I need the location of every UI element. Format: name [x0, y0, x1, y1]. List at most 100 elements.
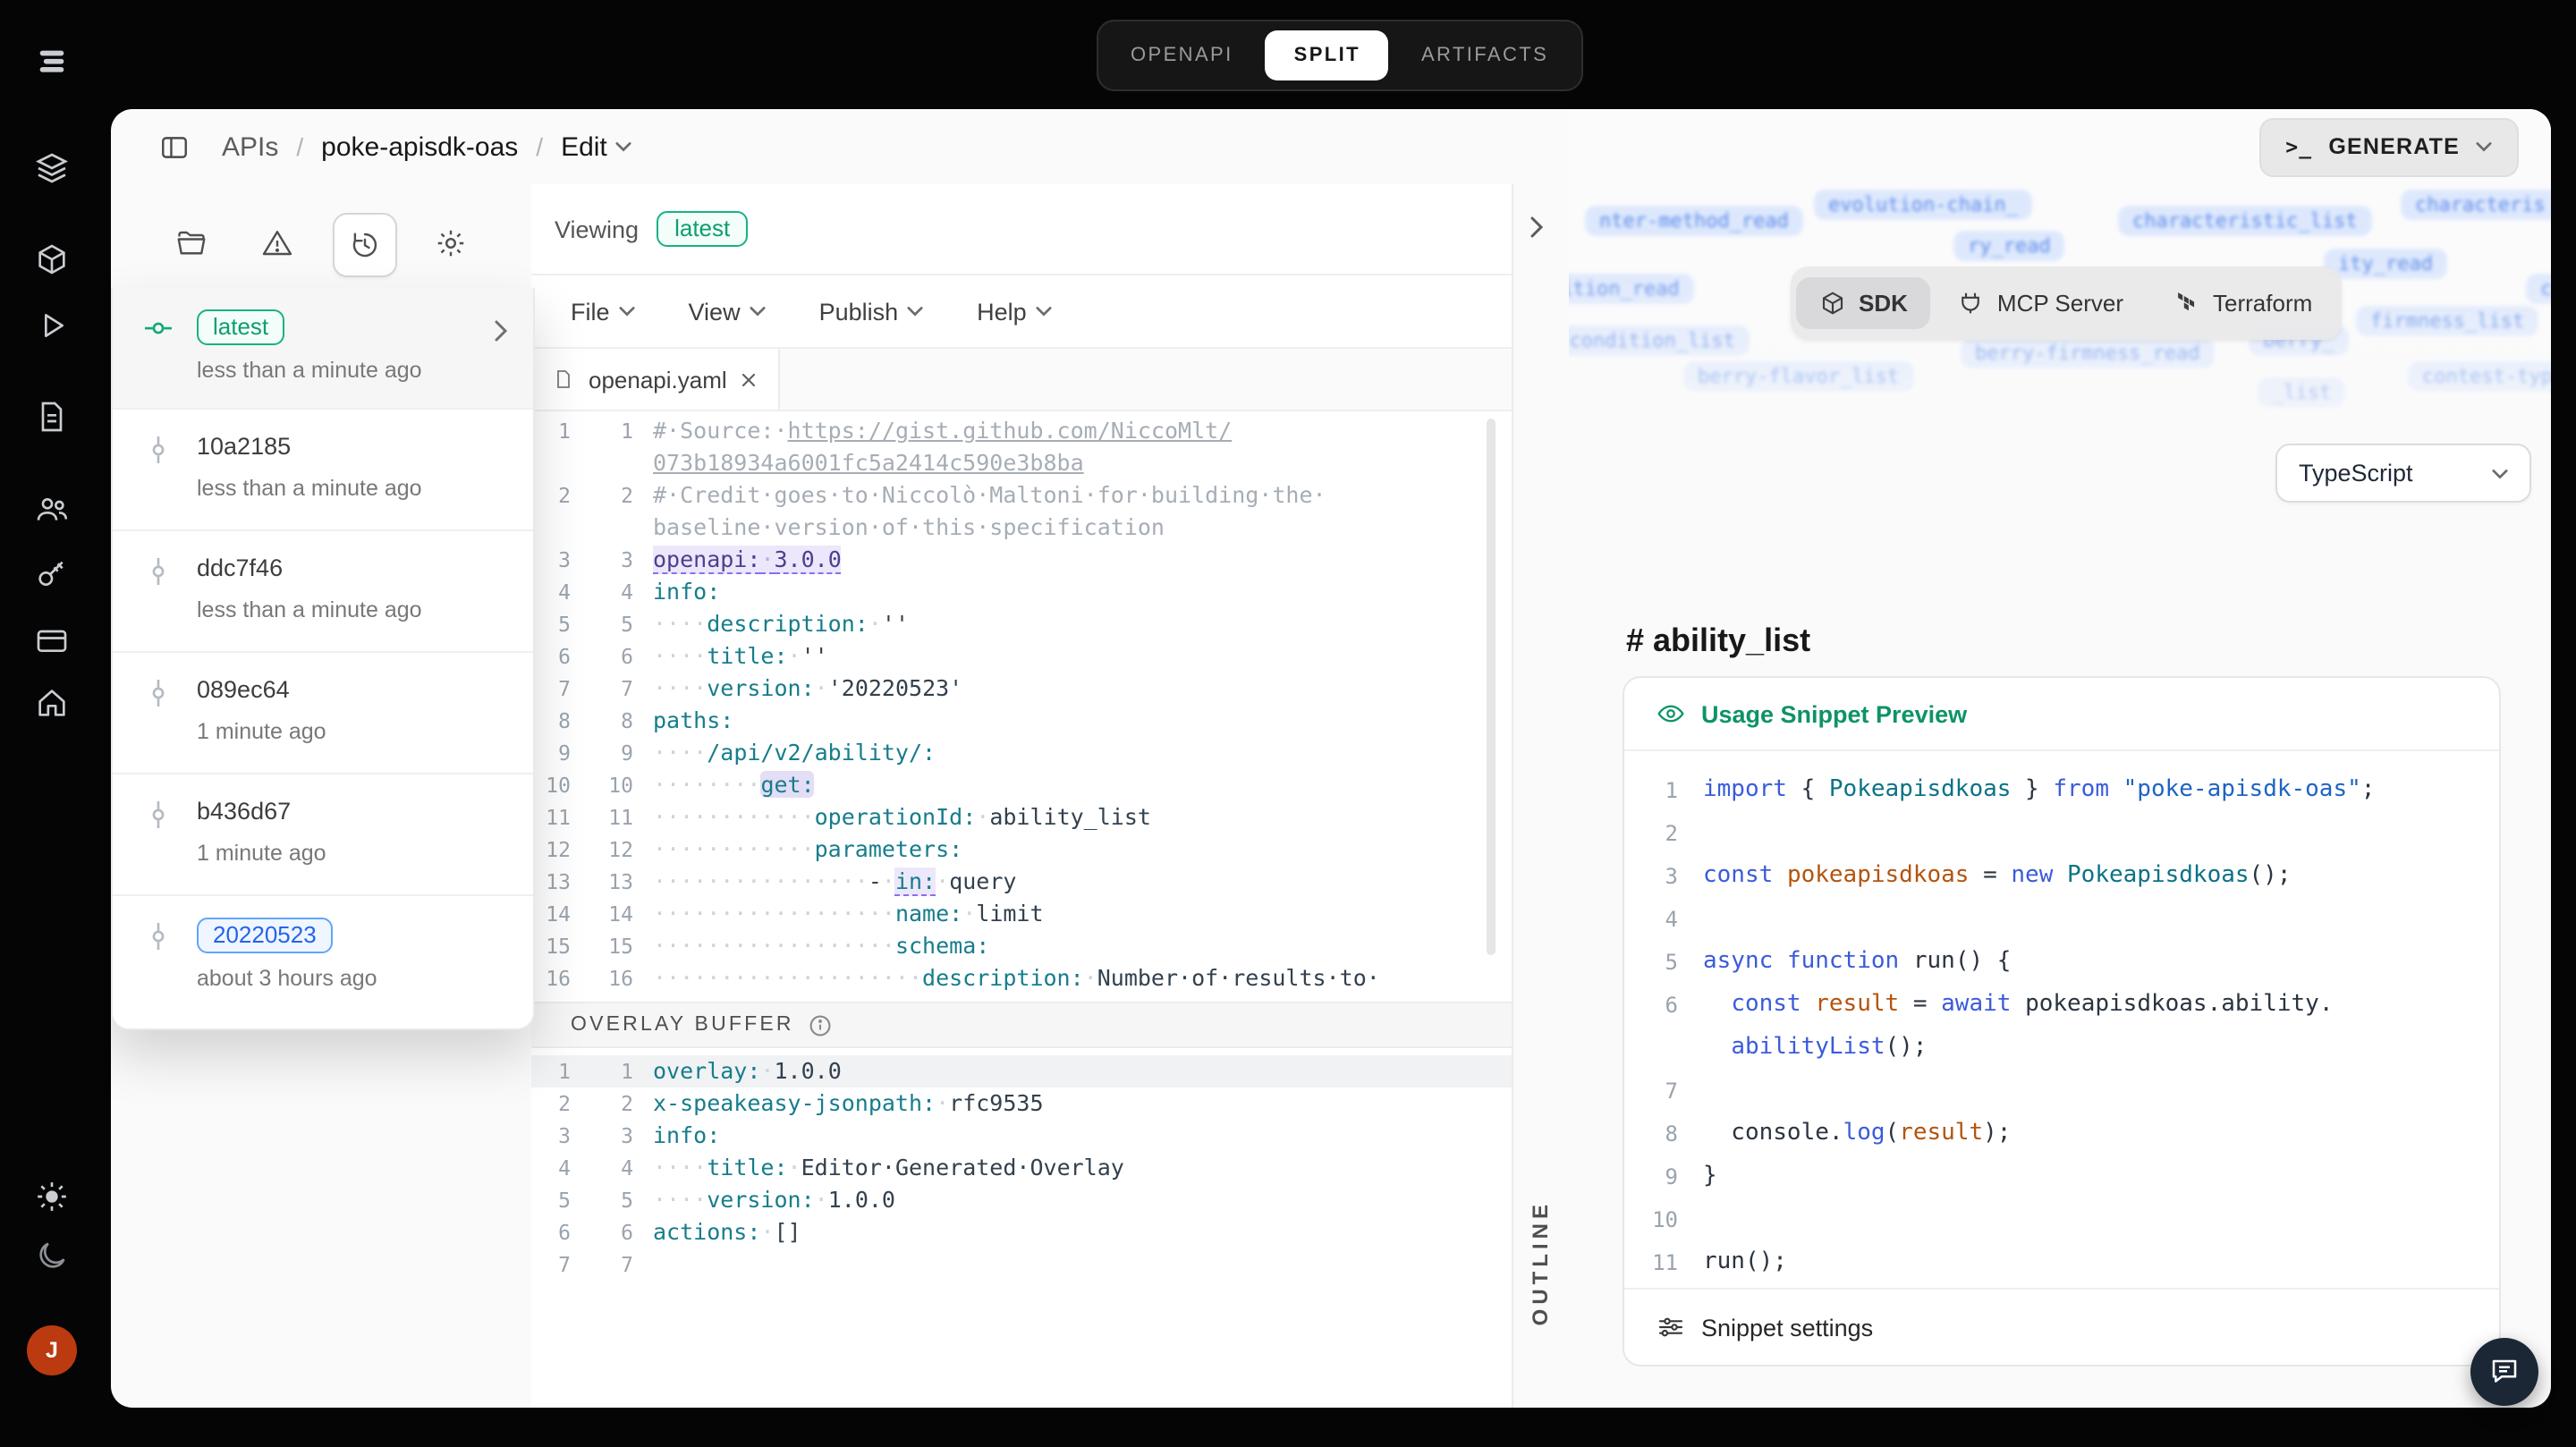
home-icon[interactable]	[21, 673, 82, 733]
info-icon[interactable]	[809, 1013, 832, 1037]
breadcrumb-project[interactable]: poke-apisdk-oas	[321, 131, 518, 162]
code-line: 8 8 paths:	[531, 705, 1512, 737]
breadcrumb-edit[interactable]: Edit	[561, 131, 632, 162]
git-commit-icon	[152, 680, 165, 707]
editor-scrollbar[interactable]	[1487, 419, 1496, 955]
history-item-body: 10a2185 less than a minute ago	[197, 431, 508, 501]
sidebar-toggle-icon[interactable]	[150, 123, 197, 170]
sdks-cube-icon[interactable]	[21, 229, 82, 290]
code-text: x-speakeasy-jsonpath:·rfc9535	[653, 1089, 1044, 1116]
right-panel: nter-method_read evolution-chain_ ry_read c…	[1569, 109, 2551, 1408]
code-line: 5 5 ····version:·1.0.0	[531, 1184, 1512, 1216]
target-tab-sdk[interactable]: SDK	[1796, 277, 1931, 329]
history-item[interactable]: 20220523 about 3 hours ago	[113, 896, 533, 1028]
line-number: 16	[546, 966, 571, 991]
dark-mode-moon-icon[interactable]	[21, 1225, 82, 1286]
chat-button[interactable]	[2470, 1338, 2538, 1406]
code-line: 13 13 ················-·in:·query	[531, 866, 1512, 898]
view-tab-artifacts[interactable]: ARTIFACTS	[1393, 30, 1577, 80]
target-tab-mcp-server[interactable]: MCP Server	[1935, 277, 2147, 329]
breadcrumb-separator: /	[296, 132, 304, 161]
history-item[interactable]: 089ec64 1 minute ago	[113, 653, 533, 774]
menu-view[interactable]: View	[689, 298, 766, 325]
menu-bar: File View Publish Help	[531, 275, 1512, 349]
history-version-label: 20220523	[197, 918, 333, 953]
tab-openapi-yaml[interactable]: openapi.yaml	[531, 349, 781, 410]
line-number: 14	[546, 901, 571, 927]
line-number: 9	[558, 740, 571, 766]
billing-card-icon[interactable]	[21, 610, 82, 671]
code-text: ········get:	[653, 771, 815, 798]
history-item-body: b436d67 1 minute ago	[197, 796, 508, 866]
menu-publish[interactable]: Publish	[819, 298, 924, 325]
api-keys-icon[interactable]	[21, 544, 82, 605]
history-clock-icon[interactable]	[333, 213, 397, 277]
code-line: 3 const pokeapisdkoas = new Pokeapisdkoas…	[1624, 855, 2499, 898]
apis-layers-icon[interactable]	[21, 138, 82, 199]
line-number: 3	[621, 547, 633, 572]
code-line: 14 14 ··················name:·limit	[531, 898, 1512, 930]
close-icon[interactable]	[741, 371, 758, 387]
openapi-code-editor[interactable]: 1 1 #·Source:·https://gist.github.com/Nicc…	[531, 411, 1512, 1002]
target-tab-terraform[interactable]: Terraform	[2150, 277, 2335, 329]
snippet-code[interactable]: 1 import { Pokeapisdkoas } from "poke-api…	[1624, 751, 2499, 1288]
viewing-label: Viewing	[555, 216, 640, 242]
api-tag-pill: firmness_list	[2356, 306, 2539, 336]
menu-file[interactable]: File	[571, 298, 635, 325]
docs-file-icon[interactable]	[21, 386, 82, 447]
files-folder-icon[interactable]	[161, 213, 222, 274]
history-timestamp: 1 minute ago	[197, 719, 326, 744]
history-item[interactable]: ddc7f46 less than a minute ago	[113, 531, 533, 653]
validation-warning-icon[interactable]	[247, 213, 308, 274]
code-text: baseline·version·of·this·specification	[653, 513, 1165, 540]
code-line: 1 import { Pokeapisdkoas } from "poke-api…	[1624, 769, 2499, 812]
code-text: abilityList();	[1731, 1034, 1928, 1061]
line-number: 5	[621, 1188, 633, 1213]
api-tag-pill: berry-firmness_read	[1961, 338, 2215, 368]
line-number: 12	[546, 837, 571, 862]
code-text: import { Pokeapisdkoas } from "poke-apis…	[1703, 776, 2376, 803]
expand-chevron-right-icon[interactable]	[1530, 216, 1544, 238]
code-line: 3 3 openapi:·3.0.0	[531, 544, 1512, 576]
user-avatar[interactable]: J	[27, 1325, 77, 1375]
code-text: info:	[653, 578, 721, 605]
panel-header: APIs / poke-apisdk-oas / Edit >_ GENERAT…	[111, 109, 2551, 184]
code-line: 6 6 actions:·[]	[531, 1216, 1512, 1248]
view-tab-openapi[interactable]: OPENAPI	[1102, 30, 1262, 80]
mcp-server-icon	[1962, 292, 1980, 314]
code-text: ····title:·Editor·Generated·Overlay	[653, 1154, 1124, 1180]
api-tag-pill: _list	[2258, 377, 2346, 408]
api-tag-pill: nter-method_read	[1585, 206, 1803, 236]
line-number: 2	[1665, 821, 1678, 846]
menu-label: File	[571, 298, 610, 325]
snippet-settings-button[interactable]: Snippet settings	[1624, 1288, 2499, 1365]
terraform-icon	[2178, 292, 2195, 311]
line-number: 10	[546, 773, 571, 798]
line-number: 5	[558, 1188, 571, 1213]
menu-help[interactable]: Help	[977, 298, 1052, 325]
api-tag-pill: ity_read	[2324, 249, 2447, 279]
history-item[interactable]: b436d67 1 minute ago	[113, 774, 533, 896]
users-icon[interactable]	[21, 479, 82, 540]
view-tab-split[interactable]: SPLIT	[1265, 30, 1389, 80]
version-badge-latest[interactable]: latest	[657, 211, 749, 247]
breadcrumb-apis[interactable]: APIs	[222, 131, 278, 162]
overlay-code-editor[interactable]: 1 1 overlay:·1.0.0 2 2 x-speakeasy-jsonpath:·…	[531, 1048, 1512, 1408]
history-item[interactable]: 10a2185 less than a minute ago	[113, 410, 533, 531]
line-number: 7	[558, 676, 571, 701]
outline-label[interactable]: OUTLINE	[1528, 1200, 1553, 1325]
runs-play-icon[interactable]	[21, 295, 82, 356]
target-tab-label: SDK	[1859, 290, 1908, 317]
generate-button[interactable]: >_ GENERATE	[2258, 117, 2519, 176]
speakeasy-logo-icon	[21, 32, 82, 93]
chevron-down-icon	[2476, 142, 2492, 152]
light-mode-sun-icon[interactable]	[21, 1166, 82, 1227]
line-number: 6	[558, 644, 571, 669]
git-commit-icon	[152, 923, 165, 950]
code-line: abilityList();	[1624, 1027, 2499, 1070]
settings-gear-icon[interactable]	[420, 213, 481, 274]
history-item[interactable]: latest less than a minute ago	[113, 288, 533, 410]
language-select[interactable]: TypeScript	[2275, 444, 2531, 503]
code-line: 4 4 ····title:·Editor·Generated·Overlay	[531, 1152, 1512, 1184]
line-number	[571, 447, 633, 479]
